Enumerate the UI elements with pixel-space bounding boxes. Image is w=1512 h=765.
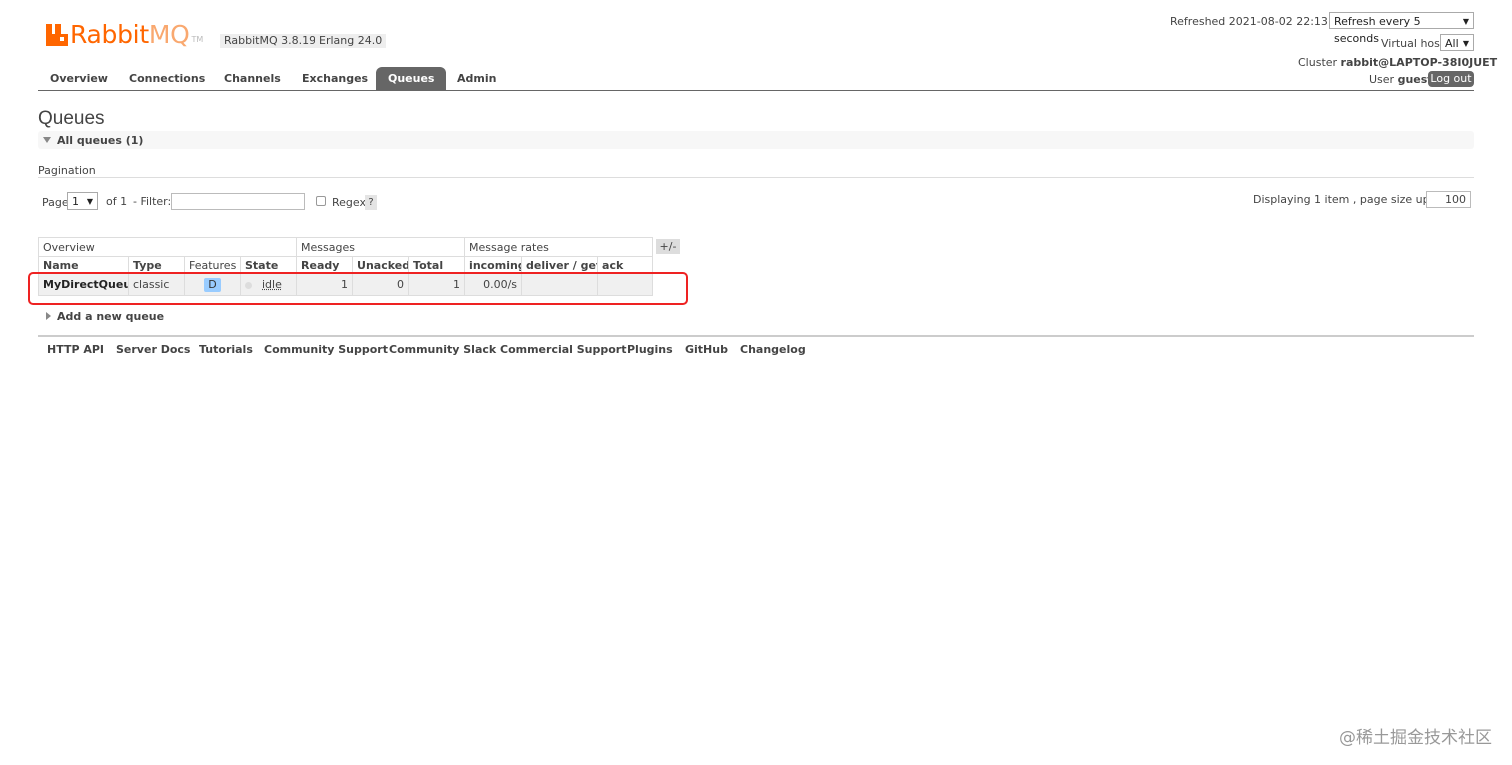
user-info: User guest	[1369, 73, 1433, 86]
col-incoming[interactable]: incoming	[464, 256, 523, 274]
refreshed-timestamp: Refreshed 2021-08-02 22:13:05	[1170, 15, 1346, 28]
add-new-queue-toggle[interactable]: Add a new queue	[57, 310, 164, 323]
refresh-interval-select[interactable]: Refresh every 5 seconds ▼	[1329, 12, 1474, 45]
chevron-down-icon: ▼	[86, 197, 93, 206]
footer-link-tutorials[interactable]: Tutorials	[199, 343, 253, 356]
highlight-annotation	[28, 272, 688, 305]
nav-divider	[38, 90, 1474, 91]
filter-input[interactable]	[171, 193, 305, 210]
group-overview: Overview	[37, 237, 298, 257]
chevron-down-icon: ▼	[1462, 39, 1469, 48]
cluster-name: rabbit@LAPTOP-38I0JUET	[1340, 56, 1498, 69]
footer-link-server-docs[interactable]: Server Docs	[116, 343, 190, 356]
rabbitmq-logo[interactable]: RabbitMQ TM	[46, 18, 203, 52]
trademark-mark: TM	[191, 35, 204, 44]
displaying-info: Displaying 1 item , page size up to:	[1253, 193, 1448, 206]
expand-triangle-icon[interactable]	[46, 312, 51, 320]
pagination-label: Pagination	[38, 164, 96, 177]
virtual-host-select[interactable]: All ▼	[1440, 34, 1474, 51]
page-title: Queues	[38, 108, 105, 129]
col-features: Features	[184, 256, 241, 274]
col-deliver-get[interactable]: deliver / get	[521, 256, 599, 274]
filter-label: - Filter:	[133, 195, 172, 208]
all-queues-label[interactable]: All queues (1)	[57, 134, 143, 147]
col-unacked[interactable]: Unacked	[352, 256, 410, 274]
col-total[interactable]: Total	[408, 256, 466, 274]
erlang-version-badge: Erlang 24.0	[315, 34, 387, 48]
tab-connections[interactable]: Connections	[117, 67, 217, 90]
footer-link-github[interactable]: GitHub	[685, 343, 728, 356]
regex-checkbox[interactable]	[316, 196, 326, 206]
tab-queues[interactable]: Queues	[376, 67, 447, 90]
all-queues-section-header[interactable]	[38, 131, 1474, 149]
logout-button[interactable]: Log out	[1428, 71, 1474, 87]
tab-channels[interactable]: Channels	[212, 67, 293, 90]
page-of-label: of 1	[106, 195, 128, 208]
footer-link-http-api[interactable]: HTTP API	[47, 343, 104, 356]
col-type[interactable]: Type	[128, 256, 185, 274]
collapse-triangle-icon[interactable]	[43, 137, 51, 143]
col-ready[interactable]: Ready	[296, 256, 354, 274]
group-messages: Messages	[296, 237, 466, 257]
virtual-host-label: Virtual host	[1381, 37, 1445, 50]
page-select[interactable]: 1 ▼	[67, 192, 98, 210]
footer-link-commercial-support[interactable]: Commercial Support	[500, 343, 627, 356]
col-name[interactable]: Name	[38, 256, 129, 274]
col-state[interactable]: State	[239, 256, 298, 274]
footer-link-community-support[interactable]: Community Support	[264, 343, 388, 356]
col-ack[interactable]: ack	[597, 256, 654, 274]
page-label: Page	[42, 196, 69, 209]
rabbit-logo-icon	[46, 24, 68, 46]
footer-link-changelog[interactable]: Changelog	[740, 343, 806, 356]
regex-help-button[interactable]: ?	[365, 195, 377, 210]
cluster-label: Cluster	[1298, 56, 1338, 69]
rabbitmq-version-badge: RabbitMQ 3.8.19	[220, 34, 321, 48]
cluster-info: Cluster rabbit@LAPTOP-38I0JUET	[1298, 56, 1497, 69]
tab-overview[interactable]: Overview	[38, 67, 120, 90]
group-message-rates: Message rates	[464, 237, 654, 257]
tab-admin[interactable]: Admin	[445, 67, 508, 90]
column-toggle-button[interactable]: +/-	[656, 239, 680, 254]
logo-text: RabbitMQ	[70, 20, 190, 49]
watermark-text: @稀土掘金技术社区	[1339, 728, 1492, 748]
regex-label: Regex	[332, 196, 366, 209]
tab-exchanges[interactable]: Exchanges	[290, 67, 380, 90]
footer-divider	[38, 335, 1474, 337]
user-label: User	[1369, 73, 1395, 86]
pagination-divider	[38, 177, 1474, 178]
chevron-down-icon: ▼	[1462, 17, 1469, 26]
footer-link-plugins[interactable]: Plugins	[627, 343, 673, 356]
footer-link-community-slack[interactable]: Community Slack	[389, 343, 496, 356]
page-size-input[interactable]: 100	[1426, 191, 1471, 208]
